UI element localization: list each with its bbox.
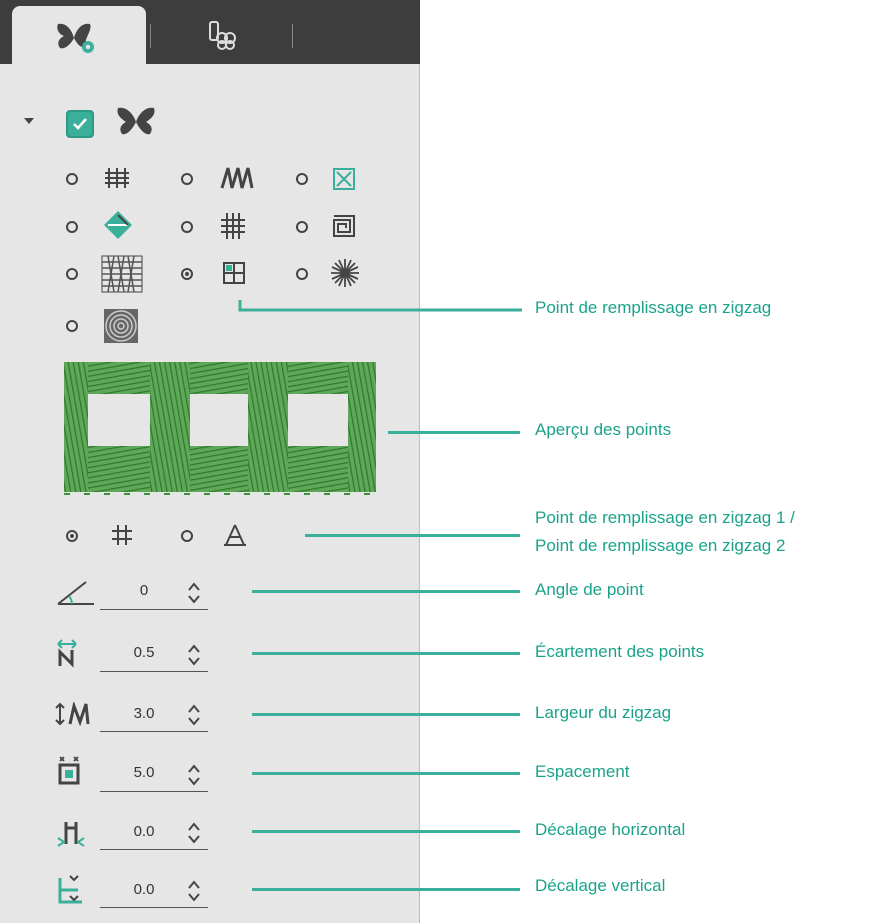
horizontal-offset-spinner-icon[interactable] [188, 822, 200, 844]
callout-angle: Angle de point [535, 580, 644, 599]
callout-width: Largeur du zigzag [535, 703, 672, 722]
zigzag-fill-grid-icon [223, 262, 245, 284]
stitch-preview [64, 362, 376, 495]
butterfly-icon [117, 107, 155, 135]
honeycomb-fill-icon [101, 255, 143, 293]
tab-separator [292, 24, 293, 48]
field-underline [100, 907, 208, 908]
spacing-value[interactable]: 5.0 [124, 764, 164, 781]
spacing-icon [58, 756, 80, 785]
tab-stitch-settings[interactable] [12, 6, 146, 64]
zigzag-variant-2-radio[interactable] [181, 530, 193, 542]
tab-separator [150, 24, 151, 48]
callout-preview: Aperçu des points [535, 420, 672, 439]
vertical-offset-spinner-icon[interactable] [188, 880, 200, 902]
field-underline [100, 791, 208, 792]
stitch-type-radio[interactable] [296, 268, 308, 280]
tab-thread-colors[interactable] [196, 18, 246, 52]
field-underline [100, 609, 208, 610]
enable-checkbox[interactable] [66, 110, 94, 138]
cross-box-icon [333, 168, 355, 190]
zigzag-width-icon [55, 702, 90, 726]
vertical-offset-value[interactable]: 0.0 [124, 881, 164, 898]
angle-value[interactable]: 0 [124, 582, 164, 599]
callout-connector [252, 590, 520, 593]
stitch-type-radio[interactable] [66, 173, 78, 185]
field-underline [100, 849, 208, 850]
triple-stitch-icon [105, 168, 129, 188]
stitch-spacing-value[interactable]: 0.5 [124, 644, 164, 661]
butterfly-gear-icon [57, 23, 94, 53]
concentric-circles-icon [104, 309, 138, 343]
zigzag-variant-1-radio[interactable] [66, 530, 78, 542]
spiral-square-icon [333, 215, 355, 237]
grid-hash-icon [221, 213, 245, 239]
stitch-type-radio[interactable] [296, 173, 308, 185]
vertical-offset-icon [58, 875, 82, 904]
zigzag-width-value[interactable]: 3.0 [124, 705, 164, 722]
callout-h-offset: Décalage horizontal [535, 820, 686, 839]
horizontal-offset-value[interactable]: 0.0 [124, 823, 164, 840]
radial-burst-icon [331, 259, 359, 287]
angle-spinner-icon[interactable] [188, 582, 200, 604]
callout-connector [252, 772, 520, 775]
callout-variant-1: Point de remplissage en zigzag 1 / [535, 508, 795, 527]
collapse-arrow-icon[interactable] [24, 118, 34, 126]
callout-connector [388, 431, 520, 434]
zigzag-satin-icon [220, 167, 254, 189]
field-underline [100, 671, 208, 672]
stitch-spacing-icon [57, 639, 77, 668]
callout-variant-2: Point de remplissage en zigzag 2 [535, 536, 786, 555]
callout-connector [252, 830, 520, 833]
stitch-type-radio[interactable] [66, 320, 78, 332]
callout-stitch-type: Point de remplissage en zigzag [535, 298, 772, 317]
spacing-spinner-icon[interactable] [188, 764, 200, 786]
horizontal-offset-icon [57, 822, 85, 847]
callout-connector [305, 534, 520, 537]
stitch-type-radio[interactable] [181, 221, 193, 233]
stitch-type-radio-selected[interactable] [181, 268, 193, 280]
zigzag-width-spinner-icon[interactable] [188, 704, 200, 726]
callout-connector [252, 713, 520, 716]
stitch-spacing-spinner-icon[interactable] [188, 644, 200, 666]
stitch-properties-panel: 0 0.5 3.0 5.0 0.0 0.0 [0, 0, 420, 923]
callout-connector [238, 300, 522, 312]
tab-bar [0, 0, 420, 64]
callout-gap: Espacement [535, 762, 630, 781]
angle-icon [57, 581, 94, 605]
callout-connector [252, 652, 520, 655]
checkmark-icon [73, 118, 87, 130]
stitch-type-radio[interactable] [296, 221, 308, 233]
stitch-type-radio[interactable] [181, 173, 193, 185]
tripod-icon [224, 524, 246, 546]
stitch-type-radio[interactable] [66, 221, 78, 233]
thread-spools-icon [209, 21, 236, 50]
callout-spacing: Écartement des points [535, 642, 705, 661]
stitch-type-radio[interactable] [66, 268, 78, 280]
callout-v-offset: Décalage vertical [535, 876, 666, 895]
diamond-fill-icon [104, 211, 132, 239]
panel-border [419, 64, 420, 923]
hash-icon [112, 525, 132, 545]
field-underline [100, 731, 208, 732]
callout-connector [252, 888, 520, 891]
